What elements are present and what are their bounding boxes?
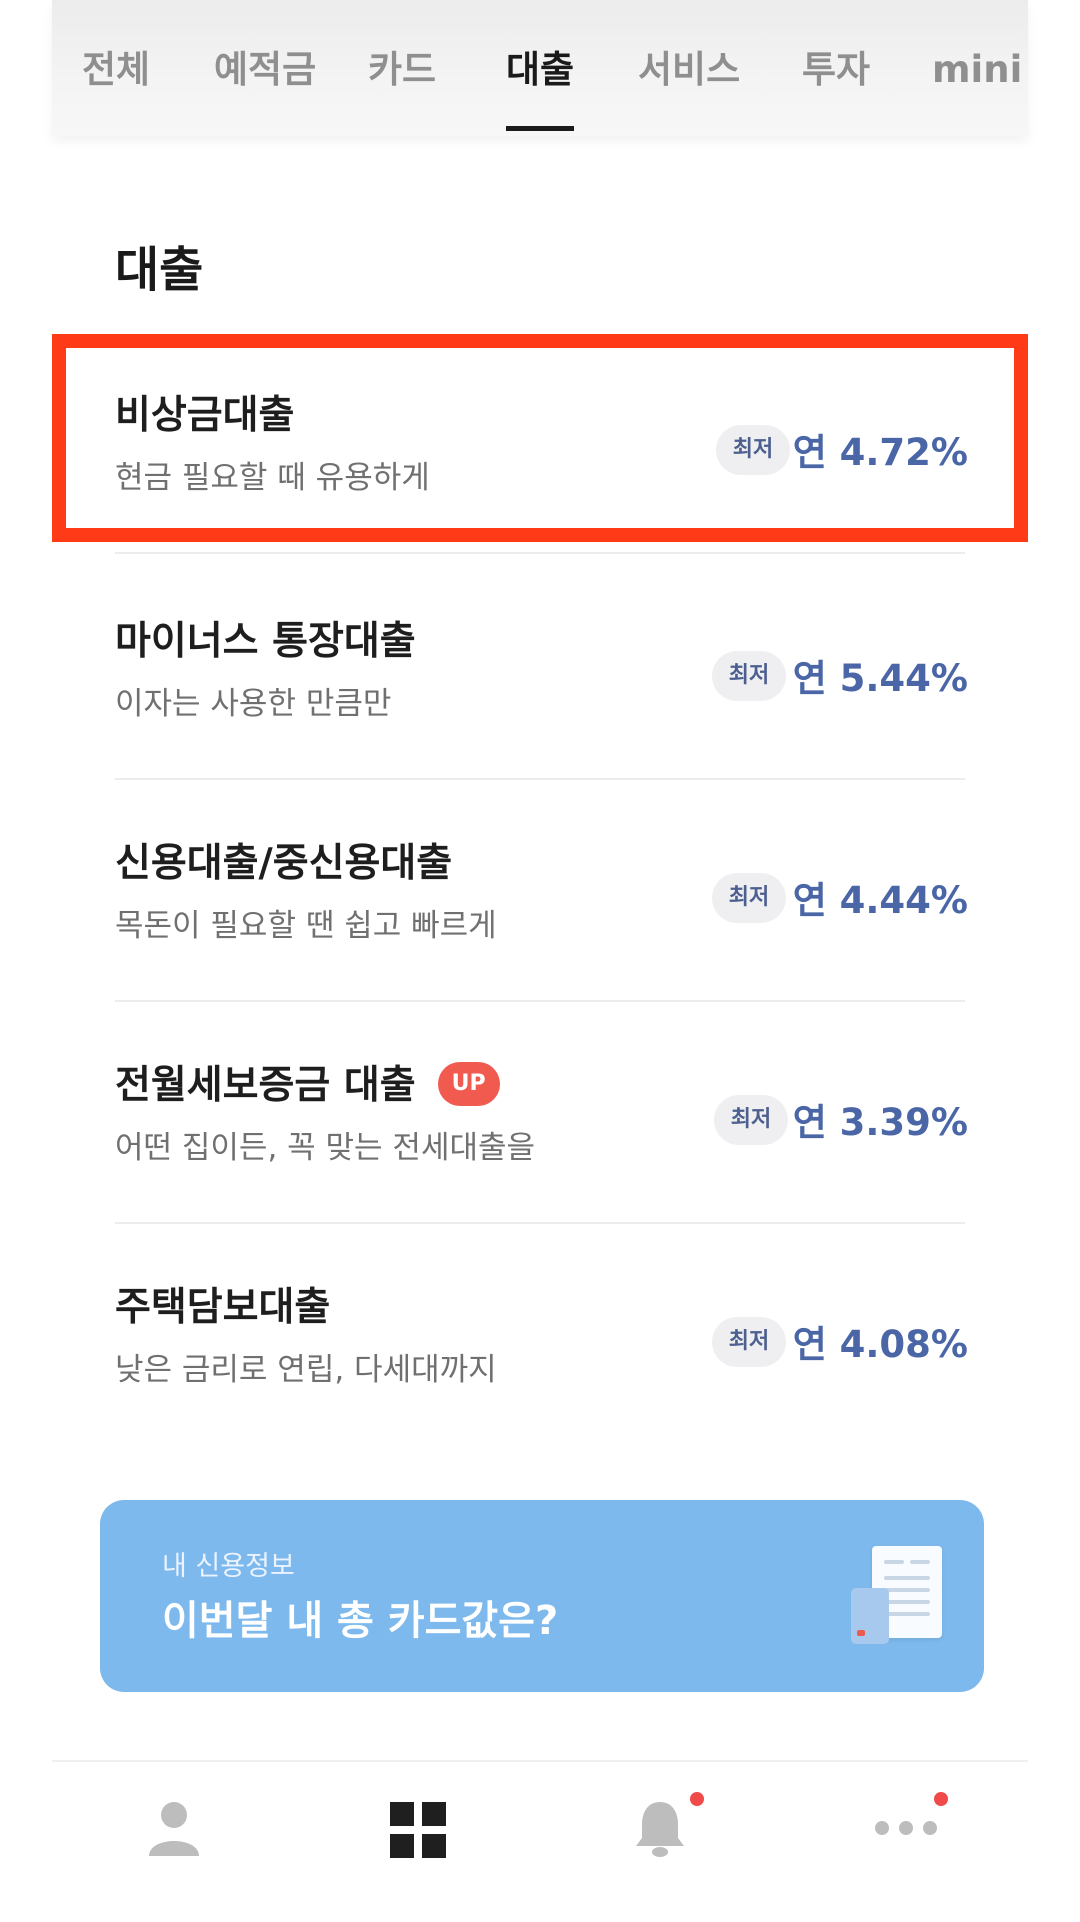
person-icon — [149, 1802, 199, 1856]
tab-mini[interactable]: mini — [932, 48, 1022, 92]
loan-rate: 연 3.39% — [792, 1101, 968, 1144]
loan-rate: 연 4.72% — [792, 431, 968, 474]
nav-notifications[interactable] — [540, 1762, 784, 1922]
row-divider — [115, 552, 965, 554]
row-divider — [115, 1222, 965, 1224]
loan-subtitle: 현금 필요할 때 유용하게 — [115, 460, 430, 496]
lowest-rate-badge: 최저 — [712, 873, 786, 923]
loan-rate: 연 4.08% — [792, 1323, 968, 1366]
banner-headline: 이번달 내 총 카드값은? — [162, 1598, 559, 1644]
loan-item-mortgage[interactable]: 주택담보대출 낮은 금리로 연립, 다세대까지 최저 연 4.08% — [52, 1226, 1028, 1446]
loan-subtitle: 낮은 금리로 연립, 다세대까지 — [115, 1352, 497, 1388]
loan-title: 비상금대출 — [115, 393, 295, 438]
nav-profile[interactable] — [52, 1762, 296, 1922]
grid-icon — [390, 1802, 446, 1858]
loan-title: 전월세보증금 대출 — [115, 1063, 416, 1108]
loan-item-minus-account[interactable]: 마이너스 통장대출 이자는 사용한 만큼만 최저 연 5.44% — [52, 560, 1028, 780]
loan-title: 주택담보대출 — [115, 1285, 331, 1330]
bell-icon — [636, 1802, 684, 1857]
more-icon — [875, 1821, 937, 1835]
lowest-rate-badge: 최저 — [712, 651, 786, 701]
bottom-navigation — [52, 1760, 1028, 1922]
tab-loan[interactable]: 대출 — [506, 48, 574, 92]
tab-invest[interactable]: 투자 — [802, 48, 870, 92]
lowest-rate-badge: 최저 — [712, 1317, 786, 1367]
loan-item-jeonse[interactable]: 전월세보증금 대출 UP 어떤 집이든, 꼭 맞는 전세대출을 최저 연 3.39… — [52, 1004, 1028, 1224]
up-badge: UP — [437, 1061, 500, 1106]
loan-item-credit[interactable]: 신용대출/중신용대출 목돈이 필요할 땐 쉽고 빠르게 최저 연 4.44% — [52, 782, 1028, 1002]
tab-service[interactable]: 서비스 — [638, 48, 740, 92]
nav-home-grid[interactable] — [296, 1762, 540, 1922]
tab-all[interactable]: 전체 — [82, 48, 150, 92]
nav-more[interactable] — [784, 1762, 1028, 1922]
top-tab-bar: 전체 예적금 카드 대출 서비스 투자 mini — [52, 0, 1028, 136]
loan-subtitle: 목돈이 필요할 땐 쉽고 빠르게 — [115, 908, 497, 944]
loan-title: 신용대출/중신용대출 — [115, 841, 453, 886]
loan-title: 마이너스 통장대출 — [115, 619, 416, 664]
tab-savings[interactable]: 예적금 — [214, 48, 316, 92]
loan-rate: 연 4.44% — [792, 879, 968, 922]
notification-dot — [690, 1792, 704, 1806]
row-divider — [115, 1000, 965, 1002]
tab-card[interactable]: 카드 — [368, 48, 436, 92]
row-divider — [115, 778, 965, 780]
loan-subtitle: 어떤 집이든, 꼭 맞는 전세대출을 — [115, 1130, 536, 1166]
loan-title-wrap: 전월세보증금 대출 UP — [115, 1054, 500, 1110]
lowest-rate-badge: 최저 — [714, 1095, 788, 1145]
active-tab-indicator — [506, 126, 574, 131]
page-title: 대출 — [115, 242, 204, 298]
banner-kicker: 내 신용정보 — [162, 1551, 295, 1582]
credit-info-banner[interactable]: 내 신용정보 이번달 내 총 카드값은? — [100, 1500, 984, 1692]
notification-dot — [934, 1792, 948, 1806]
lowest-rate-badge: 최저 — [716, 425, 790, 475]
loan-item-emergency[interactable]: 비상금대출 현금 필요할 때 유용하게 최저 연 4.72% — [52, 334, 1028, 554]
loan-subtitle: 이자는 사용한 만큼만 — [115, 686, 392, 722]
credit-card-icon — [851, 1588, 889, 1644]
loan-rate: 연 5.44% — [792, 657, 968, 700]
